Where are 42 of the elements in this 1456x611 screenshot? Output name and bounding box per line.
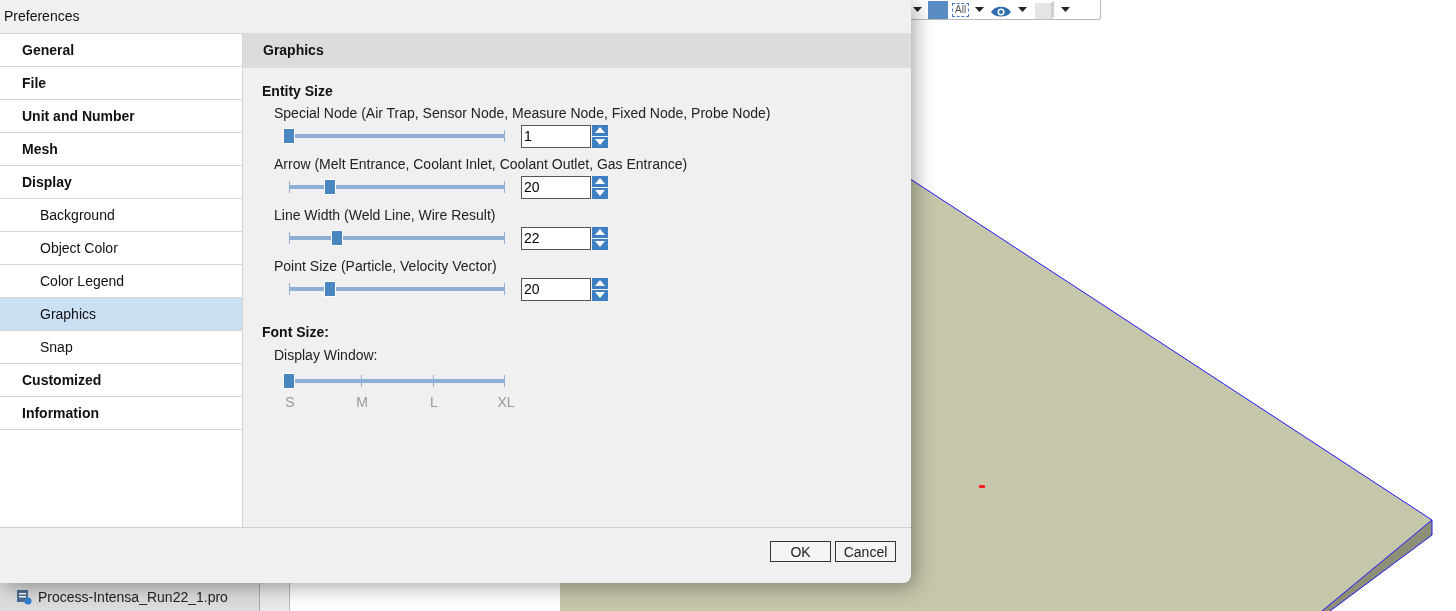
tick-label: M: [356, 393, 368, 412]
page-icon[interactable]: [928, 0, 948, 19]
panel-header: Graphics: [243, 33, 911, 68]
decrement-button[interactable]: [592, 187, 608, 199]
increment-button[interactable]: [592, 277, 608, 289]
decrement-button[interactable]: [592, 289, 608, 301]
tick-label: XL: [497, 393, 515, 412]
increment-button[interactable]: [592, 226, 608, 238]
increment-button[interactable]: [592, 175, 608, 187]
file-tab[interactable]: Process-Intensa_Run22_1.pro: [0, 583, 260, 611]
slider[interactable]: [286, 280, 508, 298]
setting-label: Arrow (Melt Entrance, Coolant Inlet, Coolant Outlet, Gas Entrance): [274, 155, 689, 173]
slider[interactable]: [286, 127, 508, 145]
window-title: Preferences: [3, 7, 81, 26]
slider[interactable]: [286, 372, 508, 390]
caret-icon[interactable]: [1018, 7, 1028, 12]
tick-label: L: [430, 393, 438, 412]
dialog-button[interactable]: OK: [770, 541, 831, 562]
dialog-button[interactable]: Cancel: [835, 541, 896, 562]
number-field[interactable]: 1: [521, 124, 591, 148]
decrement-button[interactable]: [592, 238, 608, 250]
number-field[interactable]: 22: [521, 226, 591, 250]
caret-icon[interactable]: [913, 7, 922, 12]
slider[interactable]: [286, 229, 508, 247]
increment-button[interactable]: [592, 124, 608, 136]
sidebar-item[interactable]: Graphics: [0, 298, 242, 331]
tick-label: S: [285, 393, 295, 412]
selection-filter[interactable]: All: [952, 2, 970, 17]
setting-label: Point Size (Particle, Velocity Vector): [274, 257, 498, 275]
number-field[interactable]: 20: [521, 277, 591, 301]
setting-label: Display Window:: [274, 346, 379, 363]
slider[interactable]: [286, 178, 508, 196]
file-icon: [16, 589, 32, 605]
section-heading: Font Size:: [262, 323, 330, 340]
setting-label: Special Node (Air Trap, Sensor Node, Measure Node, Fixed Node, Probe Node): [274, 104, 772, 122]
decrement-button[interactable]: [592, 136, 608, 148]
section-heading: Entity Size: [262, 82, 334, 99]
caret-icon[interactable]: [1061, 7, 1071, 12]
setting-label: Line Width (Weld Line, Wire Result): [274, 206, 497, 224]
caret-icon[interactable]: [975, 7, 985, 12]
node-marker: [979, 485, 985, 488]
number-field[interactable]: 20: [521, 175, 591, 199]
